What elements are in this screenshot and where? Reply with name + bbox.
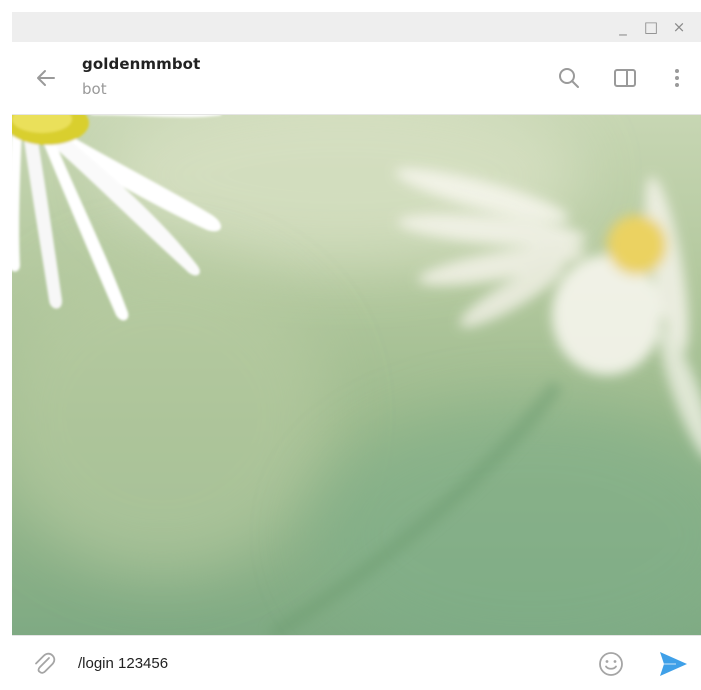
search-icon[interactable] bbox=[556, 65, 582, 91]
chat-status: bot bbox=[82, 80, 107, 98]
emoji-icon[interactable] bbox=[596, 649, 626, 679]
message-composer bbox=[12, 635, 701, 690]
daisy-wallpaper bbox=[12, 115, 701, 635]
message-input[interactable] bbox=[78, 650, 578, 676]
sidebar-toggle-icon[interactable] bbox=[612, 65, 638, 91]
chat-title[interactable]: goldenmmbot bbox=[82, 55, 200, 73]
minimize-button[interactable]: _ bbox=[612, 12, 634, 42]
maximize-button[interactable]: □ bbox=[640, 12, 662, 42]
more-vertical-icon[interactable] bbox=[664, 65, 690, 91]
window-title-bar: _ □ × bbox=[12, 12, 701, 42]
chat-message-area bbox=[12, 115, 701, 635]
telegram-window: _ □ × goldenmmbot bot bbox=[0, 0, 701, 690]
back-arrow-icon[interactable] bbox=[32, 64, 60, 92]
paperclip-icon[interactable] bbox=[30, 650, 58, 678]
close-button[interactable]: × bbox=[668, 12, 690, 42]
chat-header: goldenmmbot bot bbox=[12, 42, 701, 115]
send-icon[interactable] bbox=[656, 648, 690, 680]
